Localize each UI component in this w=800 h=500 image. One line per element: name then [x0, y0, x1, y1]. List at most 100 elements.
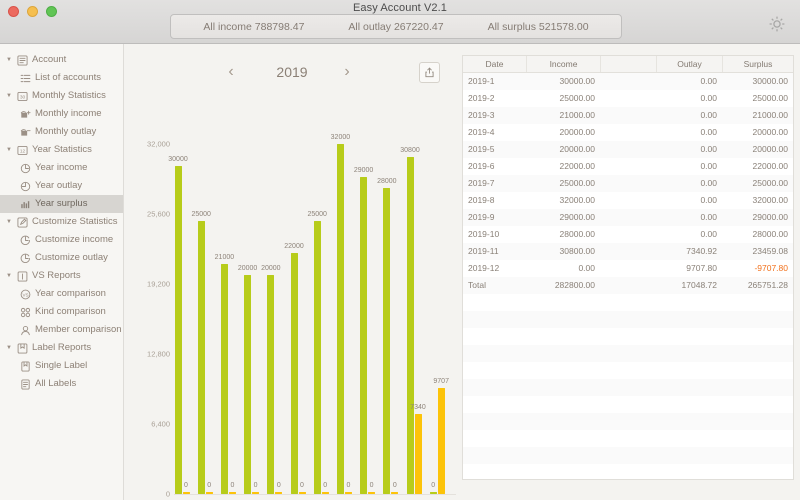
- table-row[interactable]: 2019-7 25000.00 0.00 25000.00: [463, 175, 793, 192]
- bar-income-month-7[interactable]: [313, 220, 321, 494]
- cell-date: 2019-9: [468, 212, 495, 222]
- column-header-income[interactable]: Income: [527, 56, 601, 72]
- x-axis-baseline: [174, 494, 456, 495]
- column-header-outlay[interactable]: Outlay: [657, 56, 723, 72]
- table-row[interactable]: 2019-12 0.00 9707.80 -9707.80: [463, 260, 793, 277]
- sidebar-item-kind-comparison[interactable]: Kind comparison: [0, 303, 123, 321]
- sidebar-item-vs-reports[interactable]: ▼ VS Reports: [0, 267, 123, 285]
- all-outlay-summary: All outlay 267220.47: [348, 20, 444, 33]
- bar-income-month-3[interactable]: [220, 264, 228, 494]
- bar-income-month-2[interactable]: [197, 220, 205, 494]
- disclosure-triangle-icon[interactable]: ▼: [6, 267, 15, 285]
- bar-income-month-11[interactable]: [406, 157, 414, 494]
- next-year-button[interactable]: ›: [336, 60, 358, 84]
- bar-outlay-month-6[interactable]: [298, 492, 306, 494]
- year-label: 2019: [276, 64, 308, 80]
- bar-outlay-month-1[interactable]: [182, 492, 190, 494]
- bar-outlay-month-12[interactable]: [437, 387, 445, 494]
- disclosure-triangle-icon[interactable]: ▼: [6, 87, 15, 105]
- bar-value-label: 20000: [237, 265, 258, 273]
- bar-outlay-month-11[interactable]: [414, 413, 422, 494]
- sidebar-item-monthly-statistics[interactable]: ▼ 30 Monthly Statistics: [0, 87, 123, 105]
- cell-outlay: 0.00: [700, 127, 717, 137]
- bar-value-label: 7340: [410, 403, 426, 411]
- y-axis-tick-label: 25,600: [147, 209, 170, 219]
- bar-value-label: 0: [276, 482, 281, 489]
- y-axis-tick-label: 12,800: [147, 349, 170, 359]
- previous-year-button[interactable]: ‹: [220, 60, 242, 84]
- table-row[interactable]: 2019-5 20000.00 0.00 20000.00: [463, 141, 793, 158]
- bar-outlay-month-2[interactable]: [205, 492, 213, 494]
- sidebar-item-year-surplus[interactable]: Year surplus: [0, 195, 123, 213]
- table-row[interactable]: 2019-6 22000.00 0.00 22000.00: [463, 158, 793, 175]
- sidebar-item-single-label[interactable]: Single Label: [0, 357, 123, 375]
- sidebar-item-monthly-outlay[interactable]: Monthly outlay: [0, 123, 123, 141]
- sidebar-item-label-reports[interactable]: ▼ Label Reports: [0, 339, 123, 357]
- column-header-surplus[interactable]: Surplus: [723, 56, 793, 72]
- bar-income-month-4[interactable]: [244, 275, 252, 494]
- disclosure-triangle-icon[interactable]: ▼: [6, 339, 15, 357]
- table-row-empty: [463, 311, 793, 328]
- cell-date: 2019-6: [468, 161, 495, 171]
- table-row[interactable]: Total 282800.00 17048.72 265751.28: [463, 277, 793, 294]
- sidebar-item-customize-outlay[interactable]: Customize outlay: [0, 249, 123, 267]
- table-row[interactable]: 2019-4 20000.00 0.00 20000.00: [463, 124, 793, 141]
- cell-date: 2019-4: [468, 127, 495, 137]
- disclosure-triangle-icon[interactable]: ▼: [6, 141, 15, 159]
- sidebar-item-label: Customize Statistics: [32, 216, 118, 227]
- sidebar-item-label: Account: [32, 54, 67, 65]
- table-row[interactable]: 2019-1 30000.00 0.00 30000.00: [463, 73, 793, 90]
- table-row[interactable]: 2019-9 29000.00 0.00 29000.00: [463, 209, 793, 226]
- column-header-spacer[interactable]: [601, 56, 657, 72]
- sidebar-item-account[interactable]: ▼ Account: [0, 51, 123, 69]
- sidebar-item-year-outlay[interactable]: Year outlay: [0, 177, 123, 195]
- table-row-empty: [463, 396, 793, 413]
- calendar-30-icon: 30: [15, 91, 29, 102]
- bar-outlay-month-7[interactable]: [321, 492, 329, 494]
- table-row[interactable]: 2019-10 28000.00 0.00 28000.00: [463, 226, 793, 243]
- cell-date: 2019-11: [468, 246, 499, 256]
- table-row-empty: [463, 345, 793, 362]
- single-label-icon: [18, 360, 32, 372]
- table-row[interactable]: 2019-8 32000.00 0.00 32000.00: [463, 192, 793, 209]
- bar-outlay-month-8[interactable]: [344, 492, 352, 494]
- bar-outlay-month-5[interactable]: [275, 492, 283, 494]
- bar-income-month-10[interactable]: [383, 187, 391, 494]
- sidebar-item-monthly-income[interactable]: Monthly income: [0, 105, 123, 123]
- bar-income-month-5[interactable]: [267, 275, 275, 494]
- gear-icon[interactable]: [766, 13, 788, 35]
- bar-value-label: 29000: [353, 166, 374, 174]
- disclosure-triangle-icon[interactable]: ▼: [6, 51, 15, 69]
- sidebar-item-member-comparison[interactable]: Member comparison: [0, 321, 123, 339]
- sidebar-item-list-of-accounts[interactable]: List of accounts: [0, 69, 123, 87]
- bar-outlay-month-9[interactable]: [368, 492, 376, 494]
- bar-outlay-month-10[interactable]: [391, 492, 399, 494]
- bar-value-label: 0: [392, 482, 397, 489]
- table-row[interactable]: 2019-3 21000.00 0.00 21000.00: [463, 107, 793, 124]
- chart-header: ‹ 2019 ›: [124, 60, 459, 86]
- sidebar-item-all-labels[interactable]: All Labels: [0, 375, 123, 393]
- bar-outlay-month-3[interactable]: [228, 492, 236, 494]
- table-body: 2019-1 30000.00 0.00 30000.00 2019-2 25000.00…: [463, 73, 793, 479]
- table-row[interactable]: 2019-2 25000.00 0.00 25000.00: [463, 90, 793, 107]
- sidebar-item-year-statistics[interactable]: ▼ 12 Year Statistics: [0, 141, 123, 159]
- sidebar-item-customize-statistics[interactable]: ▼ Customize Statistics: [0, 213, 123, 231]
- bar-income-month-8[interactable]: [336, 144, 344, 494]
- column-header-date[interactable]: Date: [463, 56, 527, 72]
- sidebar-item-year-income[interactable]: Year income: [0, 159, 123, 177]
- table-row[interactable]: 2019-11 30800.00 7340.92 23459.08: [463, 243, 793, 260]
- y-axis-tick-label: 19,200: [147, 279, 170, 289]
- share-icon[interactable]: [419, 62, 440, 83]
- bar-income-month-9[interactable]: [360, 176, 368, 494]
- bar-income-month-12[interactable]: [429, 492, 437, 494]
- bar-value-label: 25000: [307, 210, 327, 218]
- cell-spacer: [601, 192, 657, 209]
- cell-spacer: [601, 158, 657, 175]
- bar-outlay-month-4[interactable]: [252, 492, 260, 494]
- cell-spacer: [601, 141, 657, 158]
- sidebar-item-customize-income[interactable]: Customize income: [0, 231, 123, 249]
- sidebar-item-year-comparison[interactable]: VS Year comparison: [0, 285, 123, 303]
- disclosure-triangle-icon[interactable]: ▼: [6, 213, 15, 231]
- bar-income-month-6[interactable]: [290, 253, 298, 494]
- bar-income-month-1[interactable]: [174, 165, 182, 494]
